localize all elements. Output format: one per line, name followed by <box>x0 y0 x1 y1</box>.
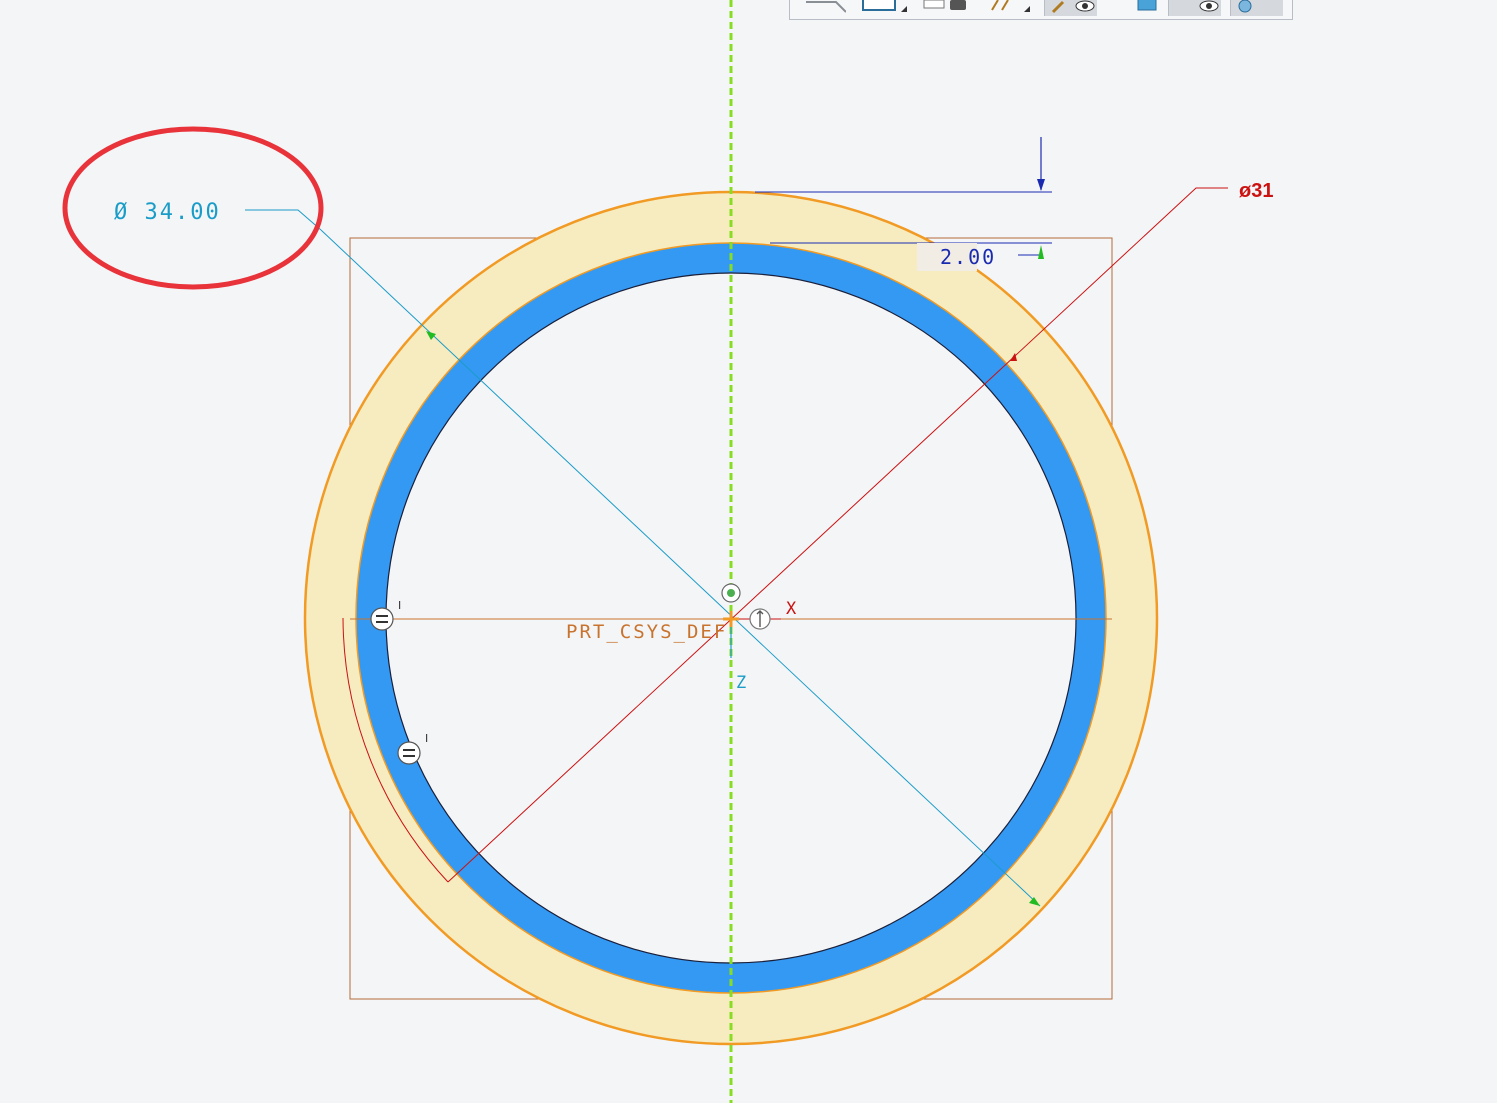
csys-pivot-icon[interactable] <box>721 583 741 603</box>
display-style-icon[interactable] <box>856 0 908 16</box>
constraint-tick-label: I <box>398 599 401 612</box>
constraint-tick-label: I <box>425 732 428 745</box>
saved-views-icon[interactable] <box>920 0 972 16</box>
thickness-arrow-bottom <box>1038 245 1044 259</box>
view-manager-icon[interactable] <box>1120 0 1172 16</box>
sketch-canvas[interactable]: Ø 34.00 ø31 2.00 PRT_CSYS_DEF X Z I I <box>0 0 1497 1103</box>
graphics-toolbar <box>789 0 1293 20</box>
csys-label: PRT_CSYS_DEF <box>566 621 727 643</box>
thickness-label[interactable]: 2.00 <box>940 245 996 269</box>
annotation-display-icon[interactable] <box>982 0 1034 16</box>
inner-diameter-label[interactable]: ø31 <box>1239 180 1273 202</box>
thickness-arrow-top <box>1037 179 1045 191</box>
z-axis-label: Z <box>736 673 746 693</box>
appearance-icon[interactable] <box>1230 0 1283 16</box>
x-axis-label: X <box>786 599 797 619</box>
csys-orient-icon[interactable] <box>749 608 771 630</box>
outer-diameter-label[interactable]: Ø 34.00 <box>114 200 221 225</box>
datum-display-icon[interactable] <box>1044 0 1097 16</box>
eye-visibility-icon[interactable] <box>1168 0 1221 16</box>
zoom-tool-icon[interactable] <box>796 0 848 16</box>
outer-diameter-leader <box>245 209 322 231</box>
equal-constraint-icon[interactable] <box>370 607 394 631</box>
equal-constraint-icon[interactable] <box>397 741 421 765</box>
